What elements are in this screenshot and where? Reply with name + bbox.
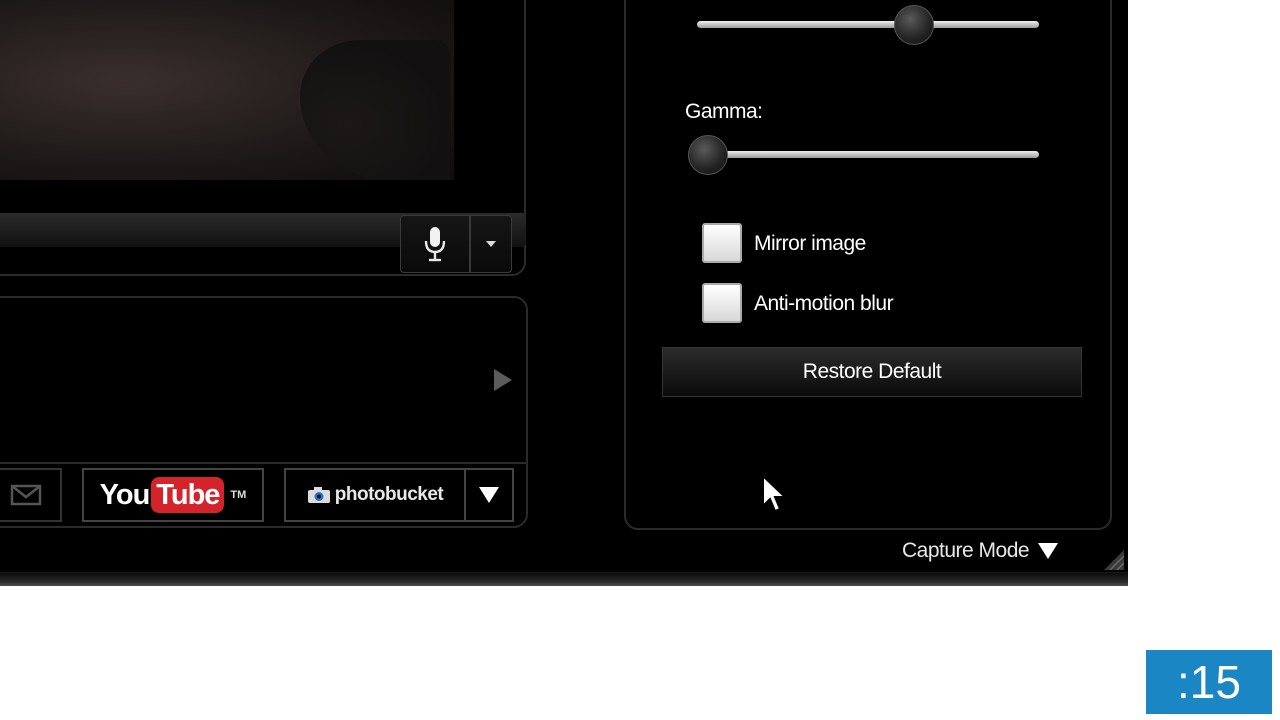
anti-motion-blur-label: Anti-motion blur bbox=[754, 292, 894, 315]
gamma-label: Gamma: bbox=[685, 100, 763, 123]
gamma-slider-thumb[interactable] bbox=[688, 135, 728, 175]
settings-panel bbox=[624, 0, 1112, 530]
youtube-logo-you: You bbox=[99, 478, 151, 511]
camera-icon bbox=[307, 487, 330, 503]
chevron-down-icon bbox=[486, 241, 496, 247]
email-share-button[interactable] bbox=[0, 468, 62, 522]
timer-badge: :15 bbox=[1146, 650, 1272, 714]
microphone-button[interactable] bbox=[400, 215, 470, 273]
mirror-image-label: Mirror image bbox=[754, 232, 866, 255]
next-button[interactable] bbox=[490, 366, 516, 394]
envelope-icon bbox=[10, 484, 42, 506]
youtube-trademark: TM bbox=[230, 489, 247, 501]
mirror-image-checkbox[interactable] bbox=[702, 223, 742, 263]
youtube-logo-tube: Tube bbox=[151, 477, 225, 513]
microphone-icon bbox=[424, 227, 446, 262]
triangle-down-icon bbox=[479, 487, 499, 503]
play-arrow-icon bbox=[494, 369, 512, 391]
photobucket-share-button[interactable]: photobucket bbox=[284, 468, 466, 522]
microphone-dropdown-button[interactable] bbox=[470, 215, 512, 273]
mouse-cursor-icon bbox=[762, 474, 788, 513]
triangle-down-icon bbox=[1038, 543, 1059, 559]
share-divider bbox=[0, 462, 526, 464]
capture-mode-dropdown[interactable]: Capture Mode bbox=[902, 537, 1059, 565]
gamma-slider-track[interactable] bbox=[697, 151, 1039, 158]
capture-mode-label: Capture Mode bbox=[902, 539, 1030, 562]
video-preview bbox=[0, 0, 454, 180]
youtube-share-button[interactable]: You Tube TM bbox=[82, 468, 264, 522]
restore-default-button[interactable]: Restore Default bbox=[662, 347, 1082, 397]
top-slider-thumb[interactable] bbox=[894, 5, 935, 45]
resize-grip-icon[interactable] bbox=[1102, 548, 1124, 570]
photobucket-label: photobucket bbox=[334, 484, 444, 505]
window-bottom-edge bbox=[0, 572, 1128, 586]
top-slider-track[interactable] bbox=[697, 21, 1039, 28]
video-shadow bbox=[300, 40, 450, 180]
webcam-app-window: You Tube TM photobucket Gamma: Mirror im… bbox=[0, 0, 1128, 586]
anti-motion-blur-checkbox[interactable] bbox=[702, 283, 742, 323]
share-more-dropdown[interactable] bbox=[464, 468, 514, 522]
